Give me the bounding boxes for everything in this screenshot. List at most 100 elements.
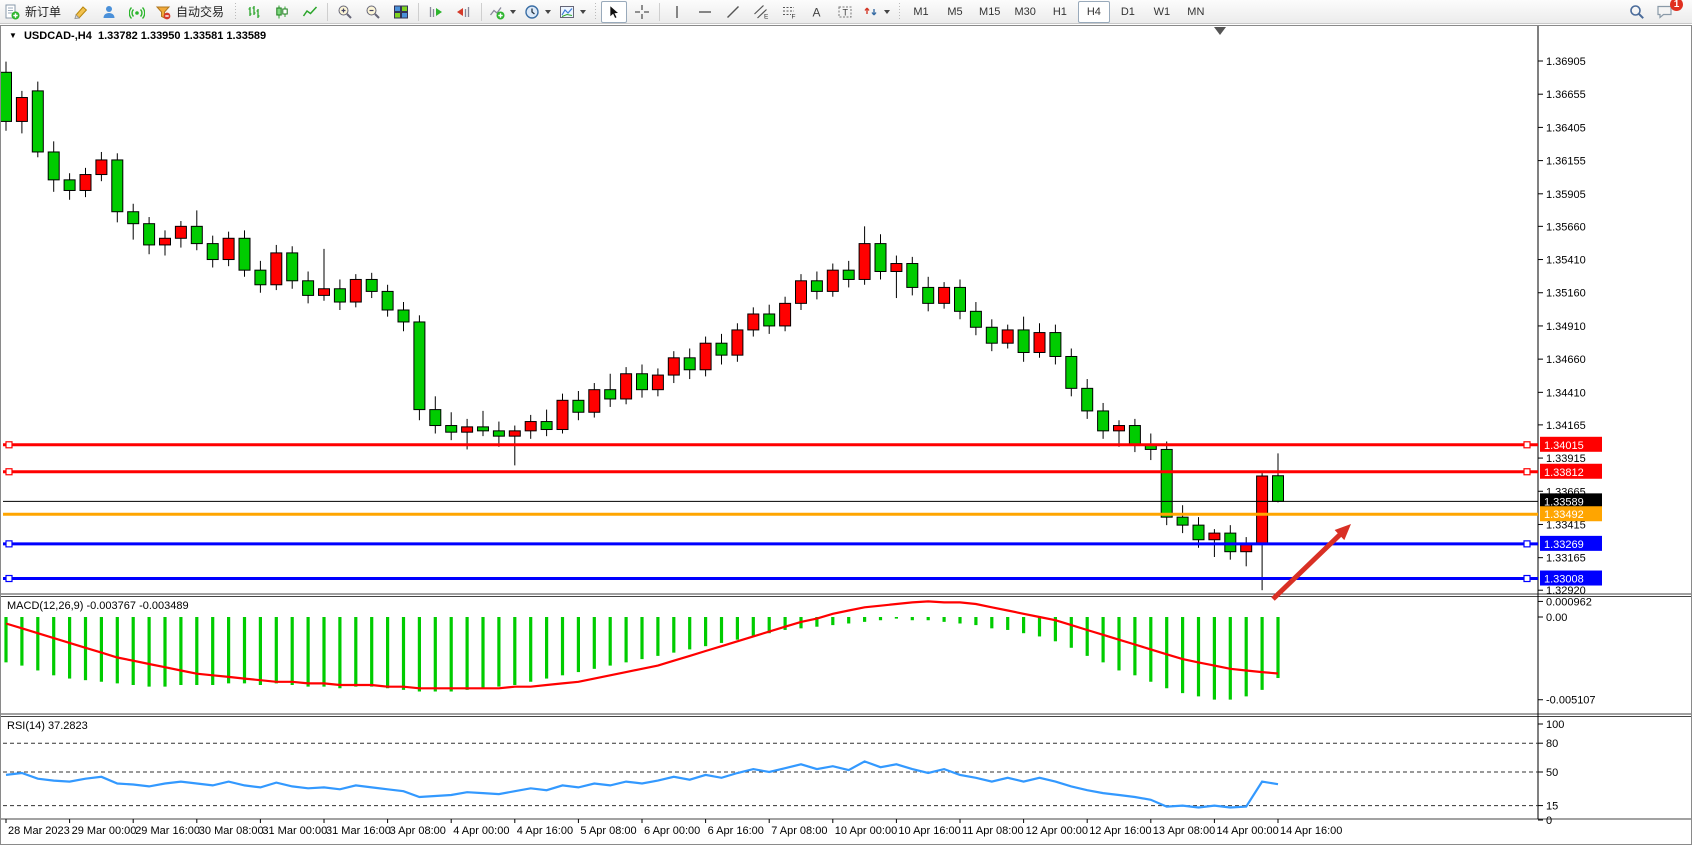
timeframe-m15-button[interactable]: M15	[973, 1, 1006, 23]
chart-window: ▼ USDCAD-,H4 1.33782 1.33950 1.33581 1.3…	[0, 25, 1692, 845]
timeframe-m5-button[interactable]: M5	[939, 1, 971, 23]
crosshair-tool-button[interactable]	[629, 1, 655, 23]
svg-text:1.34015: 1.34015	[1544, 440, 1584, 452]
line-handle[interactable]	[1524, 576, 1530, 582]
dropdown-caret-icon	[884, 10, 890, 14]
line-handle[interactable]	[6, 541, 12, 547]
notifications-button[interactable]: 1	[1652, 1, 1678, 23]
auto-scroll-button[interactable]	[423, 1, 449, 23]
svg-text:12 Apr 16:00: 12 Apr 16:00	[1089, 825, 1151, 837]
trendline-tool[interactable]	[720, 1, 746, 23]
timeframe-h4-button[interactable]: H4	[1078, 1, 1110, 23]
svg-text:1.36405: 1.36405	[1546, 122, 1586, 134]
notification-count-badge: 1	[1670, 0, 1683, 11]
equidistant-channel-icon: E	[753, 4, 769, 20]
signals-button[interactable]	[124, 1, 150, 23]
timeframe-d1-button[interactable]: D1	[1112, 1, 1144, 23]
line-chart-button[interactable]	[297, 1, 323, 23]
chart-shift-button[interactable]	[451, 1, 477, 23]
svg-text:T: T	[843, 7, 849, 17]
svg-text:1.35160: 1.35160	[1546, 288, 1586, 300]
text-a-icon: A	[809, 4, 825, 20]
line-chart-icon	[302, 4, 318, 20]
text-tool[interactable]: A	[804, 1, 830, 23]
collapse-triangle-icon[interactable]: ▼	[9, 31, 17, 40]
zoom-in-button[interactable]	[332, 1, 358, 23]
crosshair-icon	[634, 4, 650, 20]
svg-text:1.34660: 1.34660	[1546, 354, 1586, 366]
periods-button[interactable]	[521, 1, 554, 23]
svg-text:10 Apr 16:00: 10 Apr 16:00	[898, 825, 960, 837]
svg-text:1.33269: 1.33269	[1544, 539, 1584, 551]
vertical-line-tool[interactable]	[664, 1, 690, 23]
auto-trading-button[interactable]: 自动交易	[152, 1, 229, 23]
new-order-button[interactable]: 新订单	[1, 1, 66, 23]
text-label-tool[interactable]: T	[832, 1, 858, 23]
cursor-tool-button[interactable]	[601, 1, 627, 23]
toolbar-grip	[233, 3, 237, 21]
svg-text:4 Apr 00:00: 4 Apr 00:00	[453, 825, 509, 837]
svg-text:14 Apr 00:00: 14 Apr 00:00	[1216, 825, 1278, 837]
bar-chart-button[interactable]	[241, 1, 267, 23]
svg-text:0.000962: 0.000962	[1546, 596, 1592, 608]
chart-title: ▼ USDCAD-,H4 1.33782 1.33950 1.33581 1.3…	[9, 30, 266, 42]
svg-text:1.32920: 1.32920	[1546, 585, 1586, 597]
svg-text:5 Apr 08:00: 5 Apr 08:00	[580, 825, 636, 837]
toolbar-separator	[418, 3, 419, 21]
line-handle[interactable]	[1524, 469, 1530, 475]
timeframe-m1-button[interactable]: M1	[905, 1, 937, 23]
svg-text:0.00: 0.00	[1546, 612, 1567, 624]
candlestick-chart-button[interactable]	[269, 1, 295, 23]
svg-text:1.34410: 1.34410	[1546, 387, 1586, 399]
label-t-icon: T	[837, 4, 853, 20]
tile-windows-button[interactable]	[388, 1, 414, 23]
line-handle[interactable]	[6, 576, 12, 582]
line-handle[interactable]	[6, 442, 12, 448]
equidistant-channel-tool[interactable]: E	[748, 1, 774, 23]
search-button[interactable]	[1624, 1, 1650, 23]
svg-text:0: 0	[1546, 815, 1552, 827]
macd-indicator-label: MACD(12,26,9) -0.003767 -0.003489	[7, 600, 189, 612]
svg-text:1.33492: 1.33492	[1544, 509, 1584, 521]
timeframe-mn-button[interactable]: MN	[1180, 1, 1212, 23]
indicators-button[interactable]	[486, 1, 519, 23]
chart-ohlc-values: 1.33782 1.33950 1.33581 1.33589	[98, 30, 266, 42]
signal-waves-icon	[129, 4, 145, 20]
cursor-icon	[606, 4, 622, 20]
arrows-tool[interactable]	[860, 1, 893, 23]
auto-scroll-icon	[428, 4, 444, 20]
svg-text:15: 15	[1546, 801, 1558, 813]
toolbar-grip	[593, 3, 597, 21]
svg-text:31 Mar 16:00: 31 Mar 16:00	[326, 825, 391, 837]
svg-text:E: E	[764, 13, 769, 20]
timeframe-w1-button[interactable]: W1	[1146, 1, 1178, 23]
line-handle[interactable]	[1524, 442, 1530, 448]
svg-text:12 Apr 00:00: 12 Apr 00:00	[1026, 825, 1088, 837]
toolbar-separator	[481, 3, 482, 21]
toolbar-separator	[327, 3, 328, 21]
svg-text:7 Apr 08:00: 7 Apr 08:00	[771, 825, 827, 837]
styler-button[interactable]	[68, 1, 94, 23]
chart-canvas[interactable]: 1.369051.366551.364051.361551.359051.356…	[1, 26, 1691, 844]
line-handle[interactable]	[1524, 541, 1530, 547]
templates-button[interactable]	[556, 1, 589, 23]
zoom-out-icon	[365, 4, 381, 20]
svg-text:1.34910: 1.34910	[1546, 321, 1586, 333]
chart-symbol-period: USDCAD-,H4	[24, 30, 92, 42]
zoom-out-button[interactable]	[360, 1, 386, 23]
svg-text:1.36655: 1.36655	[1546, 89, 1586, 101]
mt4-terminal: 新订单 自动交易	[0, 0, 1692, 846]
toolbar-grip	[897, 3, 901, 21]
toolbar-separator	[659, 3, 660, 21]
line-handle[interactable]	[6, 469, 12, 475]
zoom-in-icon	[337, 4, 353, 20]
timeframe-h1-button[interactable]: H1	[1044, 1, 1076, 23]
fibonacci-tool[interactable]: F	[776, 1, 802, 23]
indicators-icon	[489, 4, 505, 20]
community-button[interactable]	[96, 1, 122, 23]
horizontal-line-tool[interactable]	[692, 1, 718, 23]
auto-trading-icon	[155, 4, 171, 20]
timeframe-m30-button[interactable]: M30	[1008, 1, 1041, 23]
rsi-indicator-label: RSI(14) 37.2823	[7, 720, 88, 732]
chart-shift-icon	[456, 4, 472, 20]
